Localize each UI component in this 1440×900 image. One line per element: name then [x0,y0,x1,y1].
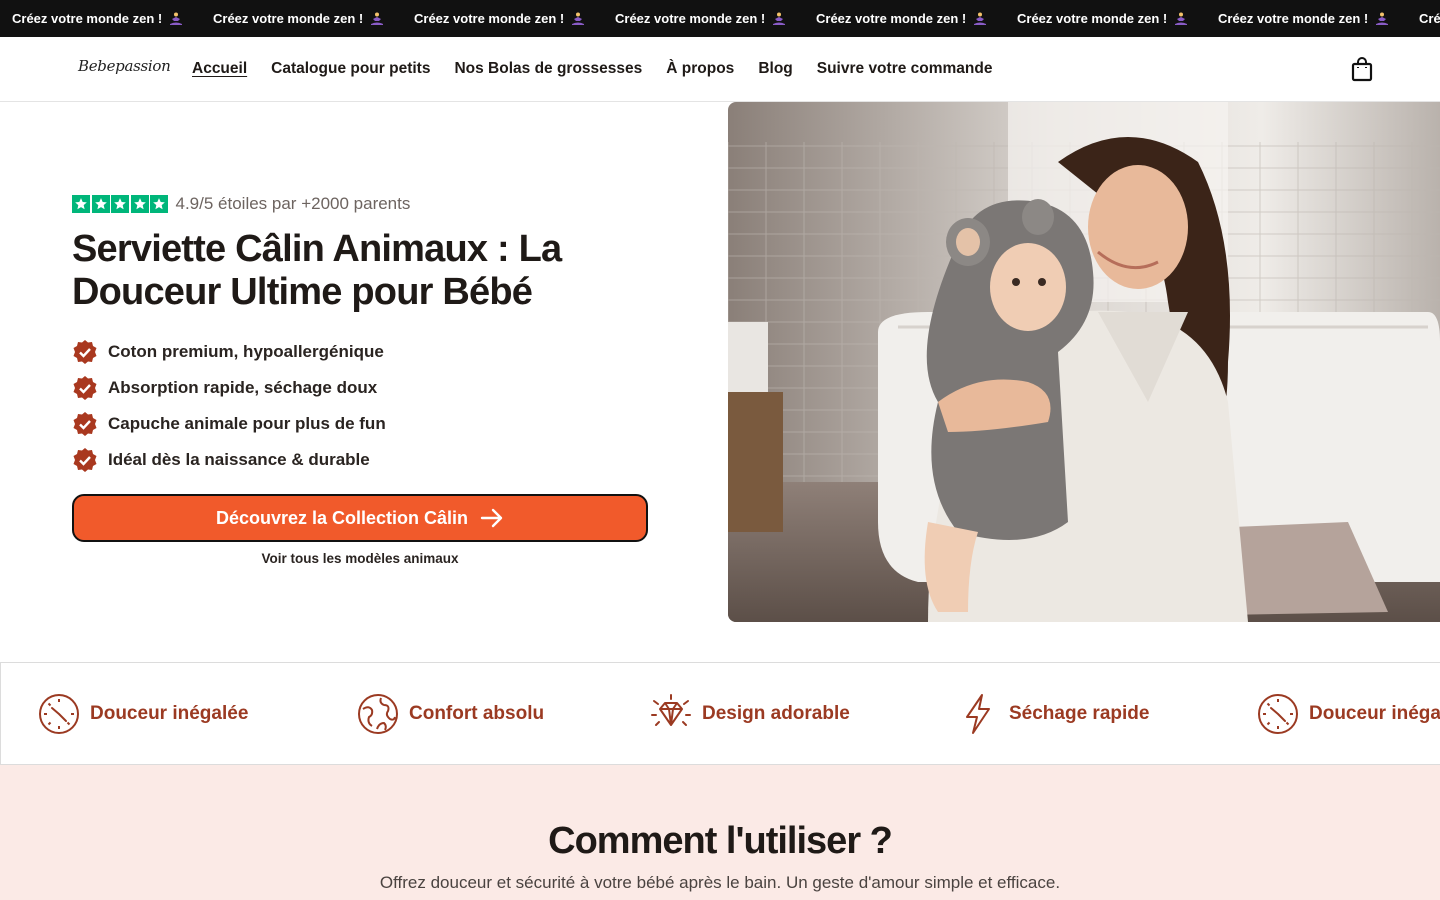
benefit-item: Design adorable [650,693,850,735]
announcement-text: Créez votre monde zen ! [615,11,766,26]
benefit-item: Confort absolu [357,693,544,735]
star-icon [130,195,149,213]
announcement-text: Créez votre monde zen ! [213,11,364,26]
announcement-item: Créez votre monde zen ! [816,11,1017,26]
how-to-section: Comment l'utiliser ? Offrez douceur et s… [0,765,1440,900]
feature-item: Coton premium, hypoallergénique [72,334,386,370]
feature-text: Idéal dès la naissance & durable [108,450,370,469]
person-meditating-icon [1376,12,1389,25]
lightning-icon [966,694,990,734]
announcement-text: Créez votre monde zen ! [1017,11,1168,26]
announcement-item: Créez votre monde zen ! [615,11,816,26]
nav-item-suivre-commande[interactable]: Suivre votre commande [817,60,993,78]
hero-title: Serviette Câlin Animaux : La Douceur Ult… [72,228,562,313]
benefit-item: Séchage rapide [957,693,1149,735]
announcement-bar: Créez votre monde zen ! Créez votre mond… [0,0,1440,37]
announcement-track: Créez votre monde zen ! Créez votre mond… [12,0,1440,37]
feature-text: Absorption rapide, séchage doux [108,378,378,397]
check-badge-icon [73,448,97,472]
person-meditating-icon [170,12,183,25]
shopping-bag-icon[interactable] [1350,56,1374,82]
announcement-item: Créez votre monde zen ! [213,11,414,26]
site-logo[interactable]: Bebepassion [78,57,171,75]
nav-item-blog[interactable]: Blog [758,60,792,78]
announcement-item: Créez votre monde zen ! [414,11,615,26]
how-to-subtitle: Offrez douceur et sécurité à votre bébé … [379,873,1061,892]
arrow-right-icon [480,508,503,528]
benefit-label: Confort absolu [409,703,545,724]
feature-item: Idéal dès la naissance & durable [72,442,386,478]
benefits-strip: Douceur inégalée Confort absolu Design a… [0,662,1440,765]
announcement-item: Créez votre monde zen ! [1017,11,1218,26]
cta-label: Découvrez la Collection Câlin [215,507,469,528]
feature-text: Capuche animale pour plus de fun [108,414,386,433]
clock-icon [1258,694,1298,734]
person-meditating-icon [1175,12,1188,25]
star-icon [150,195,168,213]
person-meditating-icon [974,12,987,25]
announcement-item: Créez votre monde zen ! [1419,11,1440,26]
clock-icon [39,694,79,734]
person-meditating-icon [572,12,585,25]
announcement-text: Créez votre monde zen ! [1218,11,1369,26]
nav-item-catalogue[interactable]: Catalogue pour petits [271,60,430,78]
announcement-text: Créez votre monde zen ! [12,11,163,26]
main-nav: Accueil Catalogue pour petits Nos Bolas … [192,37,1016,101]
person-meditating-icon [773,12,786,25]
nav-item-a-propos[interactable]: À propos [666,60,734,78]
announcement-text: Créez votre monde zen ! [816,11,967,26]
benefit-item: Douceur inégalée [1257,693,1440,735]
person-meditating-icon [371,12,384,25]
rating-stars [72,195,170,213]
feature-item: Capuche animale pour plus de fun [72,406,386,442]
how-to-title: Comment l'utiliser ? [548,820,893,862]
benefit-label: Douceur inégalée [90,703,249,724]
cta-button[interactable]: Découvrez la Collection Câlin [72,494,648,542]
feature-text: Coton premium, hypoallergénique [108,342,384,361]
feature-list: Coton premium, hypoallergénique Absorpti… [72,334,386,478]
check-badge-icon [73,340,97,364]
nav-item-accueil[interactable]: Accueil [192,60,247,78]
star-icon [111,195,129,213]
star-icon [72,195,90,213]
benefit-item: Douceur inégalée [38,693,248,735]
check-badge-icon [73,376,97,400]
benefit-label: Séchage rapide [1009,703,1150,724]
rating-row: 4.9/5 étoiles par +2000 parents [72,194,410,214]
star-icon [91,195,110,213]
check-badge-icon [73,412,97,436]
hero-image [728,102,1440,622]
feature-item: Absorption rapide, séchage doux [72,370,386,406]
announcement-text: Créez votre monde zen ! [1419,11,1440,26]
diamond-icon [651,694,691,726]
nav-item-bolas[interactable]: Nos Bolas de grossesses [454,60,642,78]
rating-text: 4.9/5 étoiles par +2000 parents [175,194,411,213]
site-header: Bebepassion Accueil Catalogue pour petit… [0,37,1440,102]
hero-photo [728,102,1440,622]
announcement-item: Créez votre monde zen ! [1218,11,1419,26]
view-all-models-link[interactable]: Voir tous les modèles animaux [72,551,648,566]
announcement-item: Créez votre monde zen ! [12,11,213,26]
benefit-label: Douceur inégalée [1309,703,1440,724]
globe-icon [358,694,398,734]
benefit-label: Design adorable [702,703,850,724]
announcement-text: Créez votre monde zen ! [414,11,565,26]
